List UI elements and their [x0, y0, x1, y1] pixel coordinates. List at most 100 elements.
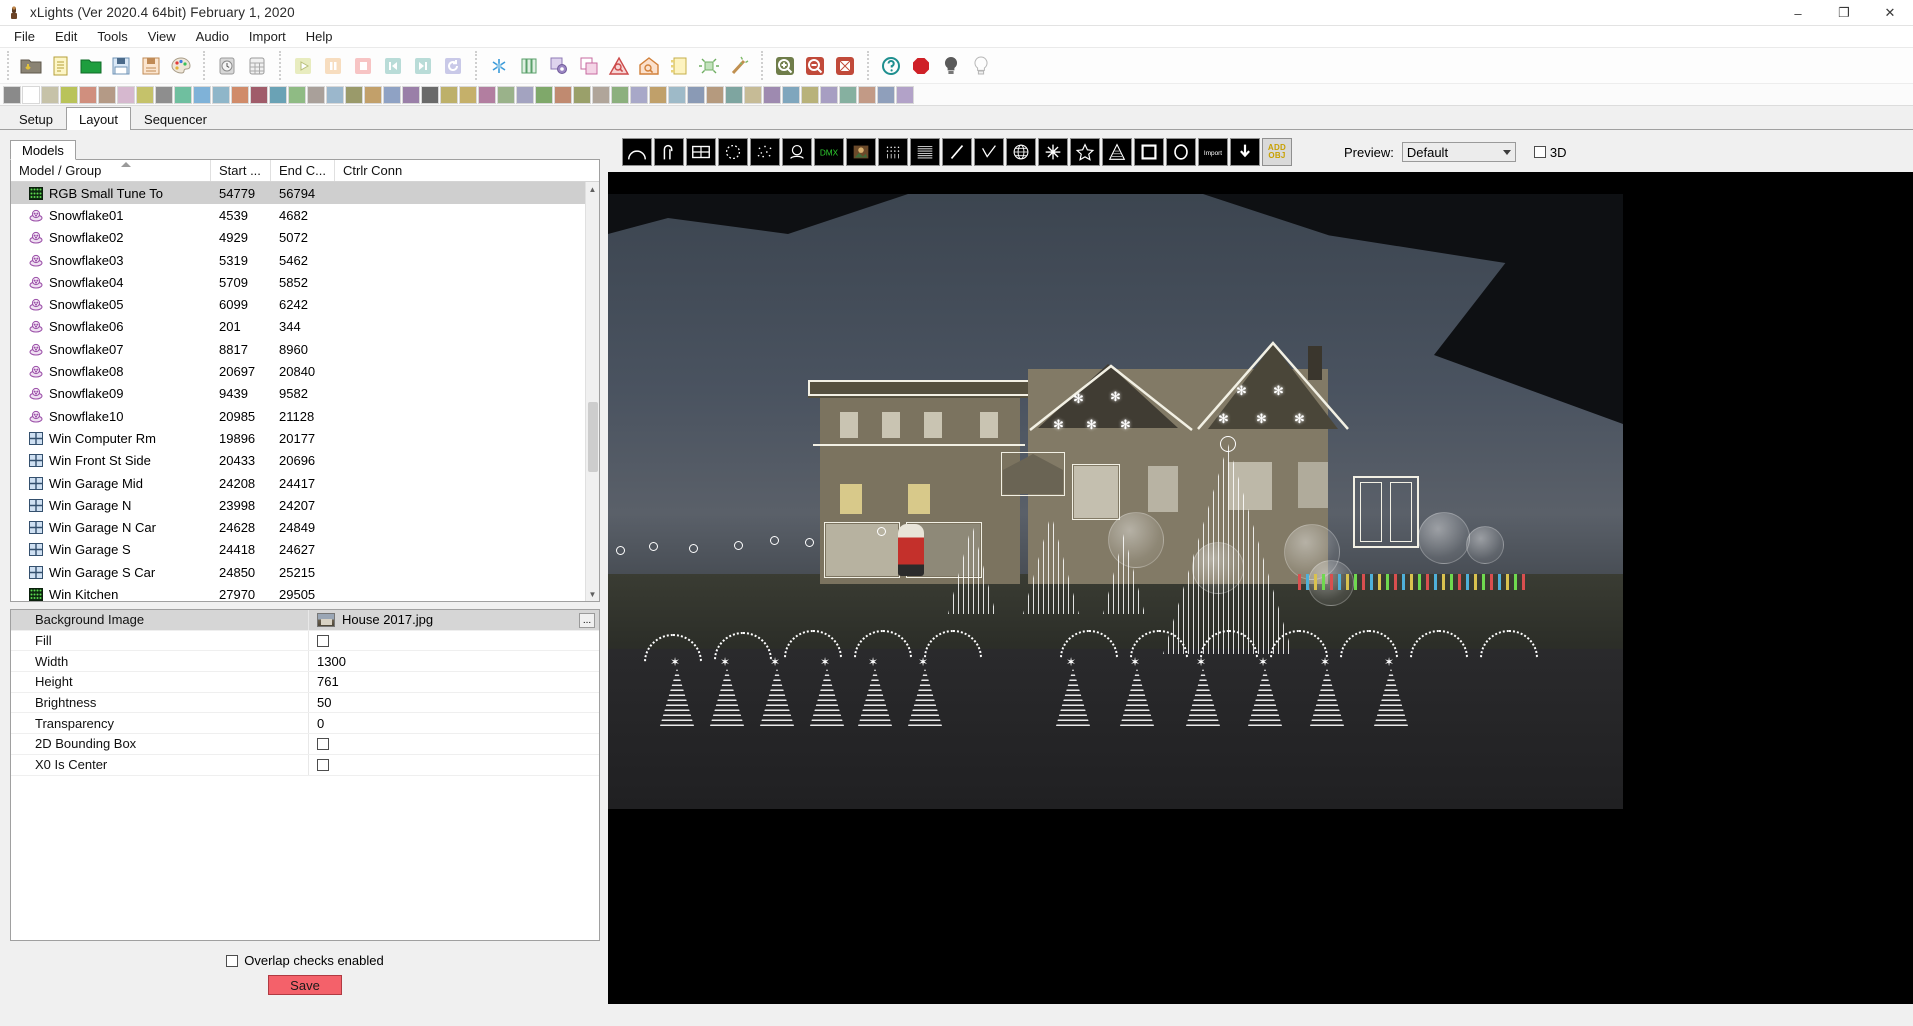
maximize-button[interactable]: ❐	[1821, 0, 1867, 26]
magic-wand-icon[interactable]	[725, 52, 753, 80]
scroll-up-arrow-icon[interactable]: ▲	[586, 182, 599, 196]
table-row[interactable]: Win Kitchen 27970 29505	[11, 583, 599, 601]
sphere-model-5[interactable]	[1418, 512, 1470, 564]
sparkle-icon[interactable]	[695, 52, 723, 80]
effect-swatch-4[interactable]	[79, 85, 97, 104]
layers-gear-icon[interactable]	[545, 52, 573, 80]
table-row[interactable]: Win Garage Mid 24208 24417	[11, 472, 599, 494]
table-row[interactable]: Win Garage S 24418 24627	[11, 539, 599, 561]
effect-swatch-28[interactable]	[535, 85, 553, 104]
menu-audio[interactable]: Audio	[187, 27, 238, 46]
effect-swatch-3[interactable]	[60, 85, 78, 104]
menu-import[interactable]: Import	[240, 27, 295, 46]
save-button[interactable]: Save	[268, 975, 342, 995]
effect-swatch-6[interactable]	[117, 85, 135, 104]
models-grid-scrollbar[interactable]: ▲ ▼	[585, 182, 599, 601]
effect-swatch-47[interactable]	[896, 85, 914, 104]
zoom-triangle-icon[interactable]	[605, 52, 633, 80]
close-button[interactable]: ✕	[1867, 0, 1913, 26]
prop-width[interactable]: Width 1300	[11, 651, 599, 673]
win-front-st-side-model[interactable]	[1360, 482, 1382, 542]
snowflake-model-09[interactable]: ✻	[1256, 412, 1267, 425]
effect-swatch-44[interactable]	[839, 85, 857, 104]
arch-model-icon[interactable]	[622, 138, 652, 166]
pause-icon[interactable]	[319, 52, 347, 80]
prop-height-value-cell[interactable]: 761	[309, 672, 599, 692]
table-row[interactable]: Win Garage S Car 24850 25215	[11, 561, 599, 583]
effect-swatch-31[interactable]	[592, 85, 610, 104]
line-model-icon[interactable]	[942, 138, 972, 166]
effect-swatch-20[interactable]	[383, 85, 401, 104]
grid-model-icon[interactable]	[910, 138, 940, 166]
bulb-on-icon[interactable]	[967, 52, 995, 80]
bulb-off-icon[interactable]	[937, 52, 965, 80]
replay-icon[interactable]	[439, 52, 467, 80]
candy-cane-model-icon[interactable]	[654, 138, 684, 166]
model-handle[interactable]	[649, 542, 658, 551]
sphere-model-2[interactable]	[1192, 542, 1244, 594]
effect-swatch-21[interactable]	[402, 85, 420, 104]
table-row[interactable]: Snowflake10 20985 21128	[11, 405, 599, 427]
effect-swatch-27[interactable]	[516, 85, 534, 104]
menu-view[interactable]: View	[139, 27, 185, 46]
open-show-folder-icon[interactable]	[17, 52, 45, 80]
effect-swatch-5[interactable]	[98, 85, 116, 104]
prop-x0-is-center[interactable]: X0 Is Center	[11, 754, 599, 776]
effect-swatch-9[interactable]	[174, 85, 192, 104]
rewind-icon[interactable]	[379, 52, 407, 80]
help-icon[interactable]	[877, 52, 905, 80]
image-model-icon[interactable]	[846, 138, 876, 166]
table-row[interactable]: Win Computer Rm 19896 20177	[11, 427, 599, 449]
effect-swatch-24[interactable]	[459, 85, 477, 104]
effect-swatch-26[interactable]	[497, 85, 515, 104]
snowflake-model-10[interactable]: ✻	[1294, 412, 1305, 425]
effect-swatch-33[interactable]	[630, 85, 648, 104]
snowflake-model-06[interactable]: ✻	[1236, 384, 1247, 397]
star-model-icon[interactable]	[1070, 138, 1100, 166]
import-model-icon[interactable]: Import	[1198, 138, 1228, 166]
effect-swatch-7[interactable]	[136, 85, 154, 104]
table-row[interactable]: Snowflake01 4539 4682	[11, 204, 599, 226]
effect-swatch-10[interactable]	[193, 85, 211, 104]
table-row[interactable]: Snowflake07 8817 8960	[11, 338, 599, 360]
effect-swatch-23[interactable]	[440, 85, 458, 104]
background-image-browse-button[interactable]: ...	[579, 613, 595, 628]
sphere-model-icon[interactable]	[1006, 138, 1036, 166]
add-object-button[interactable]: ADD OBJ	[1262, 138, 1292, 166]
table-row[interactable]: Win Garage N 23998 24207	[11, 494, 599, 516]
prop-fill-checkbox[interactable]	[317, 634, 329, 647]
zoom-in-icon[interactable]	[771, 52, 799, 80]
effect-swatch-25[interactable]	[478, 85, 496, 104]
preview-dropdown[interactable]: Default	[1401, 142, 1516, 162]
prop-transparency[interactable]: Transparency 0	[11, 713, 599, 735]
save-as-icon[interactable]	[137, 52, 165, 80]
prop-brightness-value-cell[interactable]: 50	[309, 693, 599, 713]
mega-tree-top-handle[interactable]	[1220, 436, 1236, 452]
effect-swatch-30[interactable]	[573, 85, 591, 104]
scrollbar-thumb[interactable]	[588, 402, 598, 472]
circle-model-icon[interactable]	[718, 138, 748, 166]
effect-swatch-45[interactable]	[858, 85, 876, 104]
effect-swatch-36[interactable]	[687, 85, 705, 104]
prop-2d-bounding-box[interactable]: 2D Bounding Box	[11, 734, 599, 755]
table-row[interactable]: Snowflake03 5319 5462	[11, 249, 599, 271]
prop-x0-is-center-checkbox[interactable]	[317, 758, 329, 771]
save-icon[interactable]	[107, 52, 135, 80]
effect-swatch-18[interactable]	[345, 85, 363, 104]
tab-setup[interactable]: Setup	[6, 108, 66, 129]
grid-sheet-icon[interactable]	[243, 52, 271, 80]
model-handle[interactable]	[616, 546, 625, 555]
effect-swatch-32[interactable]	[611, 85, 629, 104]
table-row[interactable]: Snowflake09 9439 9582	[11, 383, 599, 405]
prop-fill[interactable]: Fill	[11, 630, 599, 652]
layout-preview-canvas[interactable]: ✻ ✻ ✻ ✻ ✻ ✻ ✻ ✻ ✻ ✻ ✶ ✶ ✶ ✶ ✶ ✶ ✶ ✶ ✶ ✶ …	[608, 172, 1913, 1004]
prop-transparency-value-cell[interactable]: 0	[309, 713, 599, 733]
effect-swatch-8[interactable]	[155, 85, 173, 104]
record-icon[interactable]	[907, 52, 935, 80]
tab-sequencer[interactable]: Sequencer	[131, 108, 220, 129]
layers-icon[interactable]	[575, 52, 603, 80]
play-icon[interactable]	[289, 52, 317, 80]
table-row[interactable]: Win Garage N Car 24628 24849	[11, 516, 599, 538]
sphere-model-1[interactable]	[1108, 512, 1164, 568]
effect-swatch-39[interactable]	[744, 85, 762, 104]
